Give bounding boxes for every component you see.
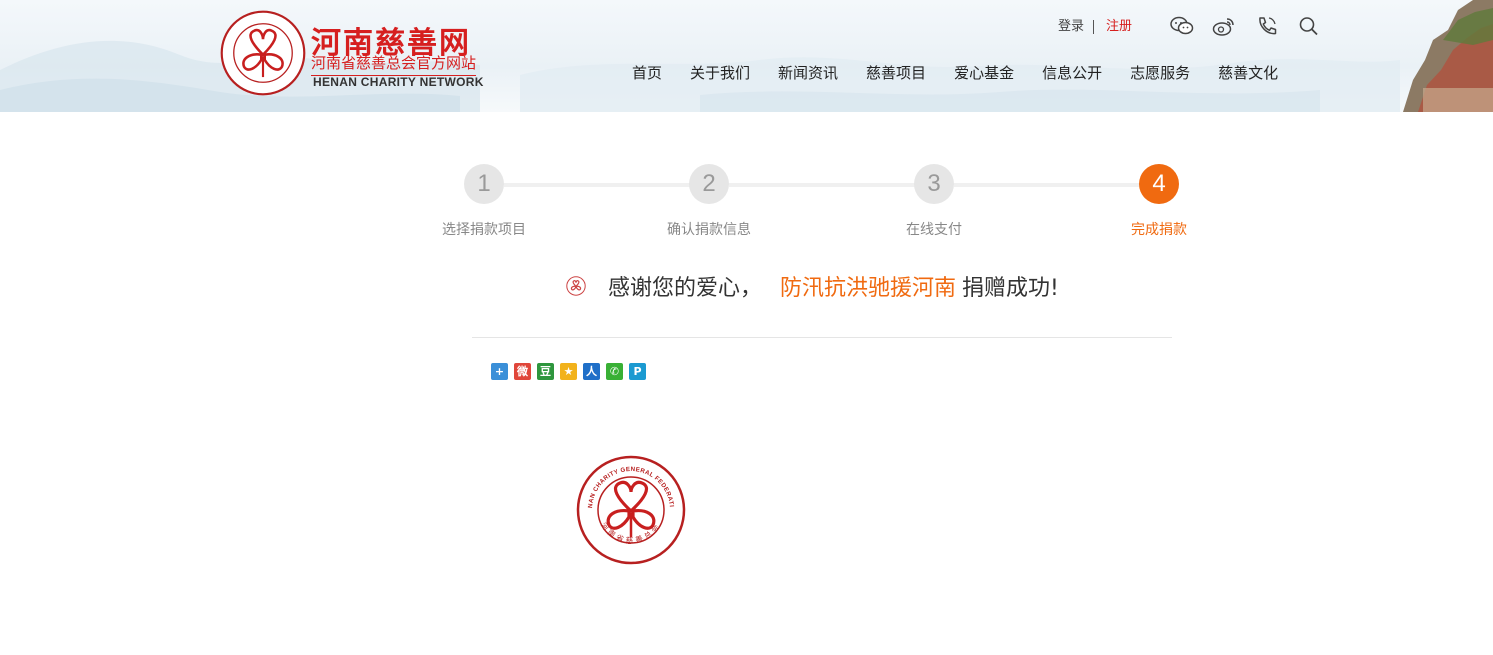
share-more-icon[interactable]: +	[491, 363, 508, 380]
site-header: 河南慈善网 河南省慈善总会官方网站 HENAN CHARITY NETWORK …	[0, 0, 1493, 112]
phone-icon[interactable]	[1255, 15, 1279, 41]
step-4: 4 完成捐款	[1094, 164, 1224, 239]
step-label: 确认捐款信息	[667, 222, 751, 238]
site-logo[interactable]: 河南慈善网 河南省慈善总会官方网站 HENAN CHARITY NETWORK	[220, 10, 500, 105]
search-icon[interactable]	[1297, 15, 1321, 41]
nav-item-funds[interactable]: 爱心基金	[954, 60, 1014, 86]
step-label-active: 完成捐款	[1131, 222, 1187, 238]
share-qzone-icon[interactable]: ★	[560, 363, 577, 380]
register-link[interactable]: 注册	[1094, 20, 1132, 34]
success-suffix: 捐赠成功!	[962, 276, 1059, 301]
nav-item-news[interactable]: 新闻资讯	[778, 60, 838, 86]
nav-item-culture[interactable]: 慈善文化	[1218, 60, 1278, 86]
top-account-bar: 登录 注册	[1058, 16, 1132, 38]
nav-item-about[interactable]: 关于我们	[690, 60, 750, 86]
share-weibo-icon[interactable]: 微	[514, 363, 531, 380]
step-2: 2 确认捐款信息	[644, 164, 774, 239]
charity-federation-emblem-icon: HENAN CHARITY GENERAL FEDERATION 河南省慈善总会	[576, 455, 686, 565]
logo-cn-subtitle: 河南省慈善总会官方网站	[311, 52, 477, 76]
step-3: 3 在线支付	[869, 164, 999, 239]
step-label: 选择捐款项目	[442, 222, 526, 238]
charity-emblem-icon	[220, 10, 306, 96]
weibo-icon[interactable]	[1212, 15, 1236, 41]
share-toolbar: + 微豆 ★ 人 ✆ P	[491, 363, 652, 381]
step-number: 3	[914, 164, 954, 204]
step-number: 1	[464, 164, 504, 204]
nav-item-disclosure[interactable]: 信息公开	[1042, 60, 1102, 86]
success-project-name[interactable]: 防汛抗洪驰援河南	[780, 270, 956, 302]
share-renren-icon[interactable]: 人	[583, 363, 600, 380]
share-print-icon[interactable]: P	[629, 363, 646, 380]
charity-emblem-icon	[566, 276, 586, 296]
donation-steps: 1 选择捐款项目 2 确认捐款信息 3 在线支付 4 完成捐款	[420, 164, 1210, 244]
content-divider	[472, 337, 1172, 338]
header-cliff-decoration	[1403, 0, 1493, 112]
nav-item-projects[interactable]: 慈善项目	[866, 60, 926, 86]
step-label: 在线支付	[906, 222, 962, 238]
share-wechat-icon[interactable]: ✆	[606, 363, 623, 380]
main-nav: 首页 关于我们 新闻资讯 慈善项目 爱心基金 信息公开 志愿服务 慈善文化	[618, 60, 1292, 86]
share-douban-icon[interactable]: 豆	[537, 363, 554, 380]
nav-item-home[interactable]: 首页	[632, 60, 662, 86]
logo-en-subtitle: HENAN CHARITY NETWORK	[313, 75, 484, 89]
login-link[interactable]: 登录	[1058, 20, 1095, 34]
step-number: 2	[689, 164, 729, 204]
nav-item-volunteer[interactable]: 志愿服务	[1130, 60, 1190, 86]
donation-success-message: 感谢您的爱心， 防汛抗洪驰援河南 捐赠成功!	[566, 270, 1059, 302]
success-prefix: 感谢您的爱心，	[608, 276, 763, 301]
step-1: 1 选择捐款项目	[419, 164, 549, 239]
wechat-icon[interactable]	[1170, 15, 1194, 41]
step-number-active: 4	[1139, 164, 1179, 204]
